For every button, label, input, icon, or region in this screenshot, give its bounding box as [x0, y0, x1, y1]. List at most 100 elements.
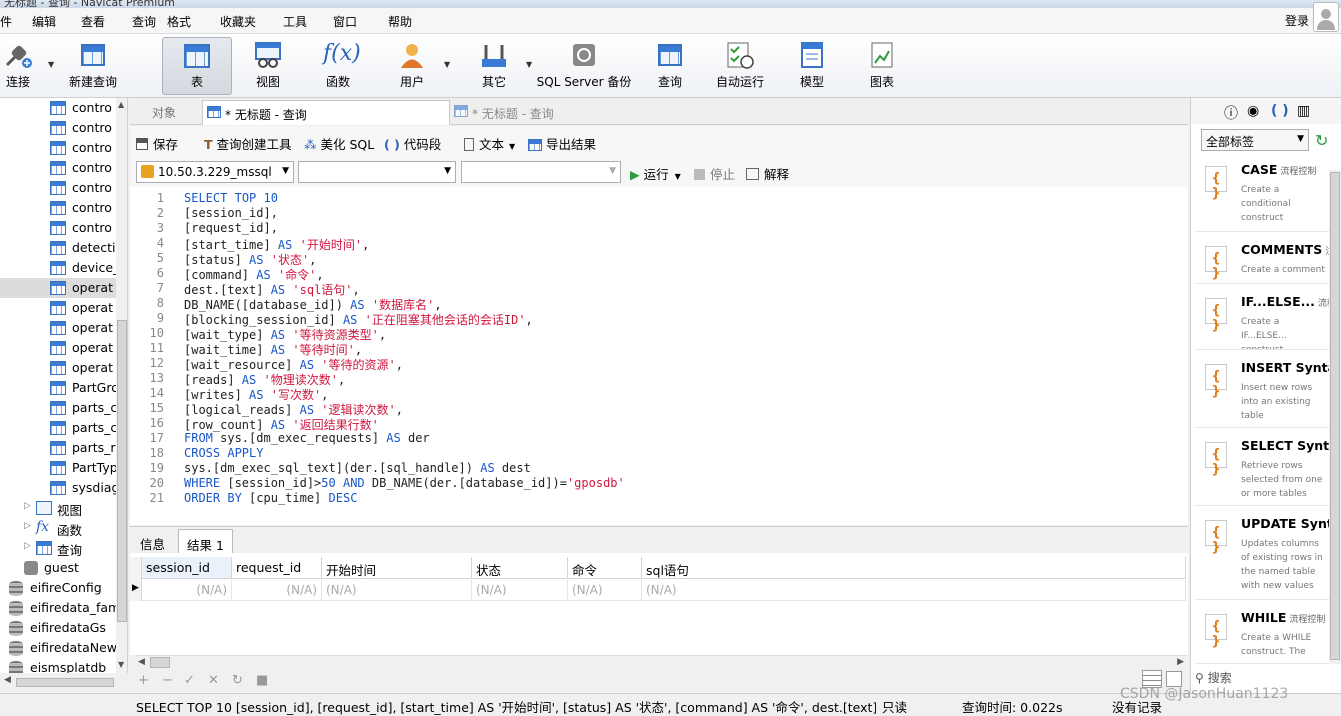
eye-icon[interactable]: ◉ [1247, 103, 1259, 119]
delete-row-icon[interactable]: − [162, 673, 173, 688]
tree-node-table[interactable]: operat [0, 318, 116, 338]
tab-info[interactable]: 信息 [132, 529, 173, 553]
chart-button[interactable]: 图表 [864, 37, 900, 95]
info-icon[interactable]: ⓘ [1224, 103, 1238, 123]
query-button[interactable]: 查询 [652, 37, 688, 95]
user-dropdown-icon[interactable]: ▼ [444, 60, 450, 69]
tree-node-table[interactable]: PartTyp [0, 458, 116, 478]
sidebar-hscroll-thumb[interactable] [16, 678, 114, 687]
tree-node-table[interactable]: operat [0, 298, 116, 318]
tree-node-table[interactable]: PartGro [0, 378, 116, 398]
expand-arrow-icon[interactable]: ▷ [24, 501, 31, 511]
grid-hscrollbar[interactable]: ◀ ▶ [136, 655, 1186, 669]
apply-icon[interactable]: ✓ [184, 673, 195, 688]
tab-inactive-query[interactable]: * 无标题 - 查询 [450, 100, 700, 125]
run-button[interactable]: ▶ 运行 ▼ [630, 164, 681, 183]
column-header[interactable]: 命令 [568, 557, 642, 579]
schema-select[interactable]: ▼ [461, 161, 621, 183]
column-header[interactable]: sql语句 [642, 557, 1186, 579]
table-cell[interactable]: (N/A) [232, 580, 322, 601]
column-header[interactable]: 状态 [472, 557, 568, 579]
tree-node-table[interactable]: operat [0, 278, 116, 298]
function-button[interactable]: f(x) 函数 [318, 37, 361, 95]
tree-node-table[interactable]: contro [0, 158, 116, 178]
snippet-search-input[interactable]: 搜索 [1208, 671, 1232, 685]
menu-view[interactable]: 查看 [81, 13, 105, 30]
tab-objects[interactable]: 对象 [144, 100, 184, 125]
connection-select[interactable]: 10.50.3.229_mssql ▼ [136, 161, 294, 183]
snippet-scroll-thumb[interactable] [1330, 172, 1340, 660]
snippet-item[interactable]: { } UPDATE Synta Updates columns of existi… [1195, 510, 1331, 600]
snippet-button[interactable]: ( ) 代码段 [384, 134, 441, 153]
menu-query[interactable]: 查询 [132, 13, 156, 30]
menu-file[interactable]: 件 [0, 13, 12, 30]
snippet-item[interactable]: { } SELECT Syntax Retrieve rows selected f… [1195, 432, 1331, 506]
tree-node-database[interactable]: eifiredataNew [0, 638, 116, 658]
table-cell[interactable]: (N/A) [142, 580, 232, 601]
menu-format[interactable]: 格式 [167, 13, 191, 30]
tree-node-database[interactable]: eifireConfig [0, 578, 116, 598]
menu-window[interactable]: 窗口 [333, 13, 357, 30]
scroll-left-icon[interactable]: ◀ [138, 657, 145, 667]
table-button[interactable]: 表 [162, 37, 232, 95]
tree-node-table[interactable]: contro [0, 178, 116, 198]
scroll-down-icon[interactable]: ▼ [118, 660, 124, 669]
user-button[interactable]: 用户 [392, 37, 432, 95]
query-builder-button[interactable]: T 查询创建工具 [204, 134, 292, 153]
tab-active-query[interactable]: * 无标题 - 查询 [202, 100, 450, 125]
tree-node-table[interactable]: contro [0, 218, 116, 238]
column-header[interactable]: request_id [232, 557, 322, 579]
backup-button[interactable]: SQL Server 备份 [536, 37, 632, 95]
tree-node-table[interactable]: detecti [0, 238, 116, 258]
tree-node-table[interactable]: operat [0, 338, 116, 358]
tree-node-database[interactable]: eifiredata_fam [0, 598, 116, 618]
grid-hscroll-thumb[interactable] [150, 657, 170, 668]
refresh-icon[interactable]: ↻ [232, 673, 243, 688]
tab-result-1[interactable]: 结果 1 [178, 529, 233, 553]
tree-node-database[interactable]: eismsplatdb [0, 658, 116, 673]
tree-node-table[interactable]: operat [0, 358, 116, 378]
tree-node-table[interactable]: contro [0, 98, 116, 118]
tree-node-table[interactable]: parts_c [0, 418, 116, 438]
tree-node-table[interactable]: contro [0, 138, 116, 158]
other-button[interactable]: 其它 [472, 37, 516, 95]
sidebar-hscroll-area[interactable]: ◀ [0, 673, 128, 693]
form-view-icon[interactable] [1166, 671, 1182, 687]
connect-button[interactable]: 连接 [0, 37, 36, 95]
code-snippet-icon[interactable]: ( ) [1271, 103, 1289, 119]
explain-button[interactable]: 解释 [746, 164, 789, 183]
beautify-sql-button[interactable]: ⁂ 美化 SQL [304, 134, 374, 153]
snippet-item[interactable]: { } WHILE 流程控制 Create a WHILE construct. Th… [1195, 604, 1331, 664]
sidebar-scrollbar[interactable]: ▲ ▼ [116, 98, 127, 673]
table-cell[interactable]: (N/A) [322, 580, 472, 601]
table-cell[interactable]: (N/A) [472, 580, 568, 601]
discard-icon[interactable]: ✕ [208, 673, 219, 688]
new-query-button[interactable]: 新建查询 [66, 37, 120, 95]
stop-small-icon[interactable]: ■ [256, 673, 268, 688]
avatar[interactable] [1313, 2, 1339, 32]
export-results-button[interactable]: 导出结果 [528, 134, 596, 153]
scroll-up-icon[interactable]: ▲ [118, 100, 124, 109]
text-mode-button[interactable]: 文本 ▼ [464, 134, 515, 153]
stop-button[interactable]: 停止 [694, 164, 735, 183]
sidebar-scroll-thumb[interactable] [117, 320, 127, 622]
menu-favorites[interactable]: 收藏夹 [220, 13, 256, 30]
snippet-item[interactable]: { } INSERT Syntax Insert new rows into an … [1195, 354, 1331, 428]
auto-run-button[interactable]: 自动运行 [714, 37, 766, 95]
expand-arrow-icon[interactable]: ▷ [24, 521, 31, 531]
other-dropdown-icon[interactable]: ▼ [526, 60, 532, 69]
tree-node-views[interactable]: ▷ 视图 [0, 498, 116, 518]
menu-help[interactable]: 帮助 [388, 13, 412, 30]
column-header[interactable]: session_id [142, 557, 232, 579]
scroll-right-icon[interactable]: ▶ [1177, 657, 1184, 667]
add-row-icon[interactable]: + [138, 673, 149, 688]
database-select[interactable]: ▼ [298, 161, 456, 183]
tree-node-guest[interactable]: guest [0, 558, 116, 578]
tree-node-table[interactable]: device_ [0, 258, 116, 278]
tree-node-functions[interactable]: ▷ fx 函数 [0, 518, 116, 538]
tree-node-database[interactable]: eifiredataGs [0, 618, 116, 638]
tree-node-table[interactable]: contro [0, 198, 116, 218]
column-header[interactable]: 开始时间 [322, 557, 472, 579]
snippet-item[interactable]: { } IF...ELSE...流程控 Create a IF...ELSE... … [1195, 288, 1331, 350]
result-grid[interactable]: ▶ session_id (N/A) request_id (N/A) 开始时间 (N/A… [130, 553, 1188, 655]
